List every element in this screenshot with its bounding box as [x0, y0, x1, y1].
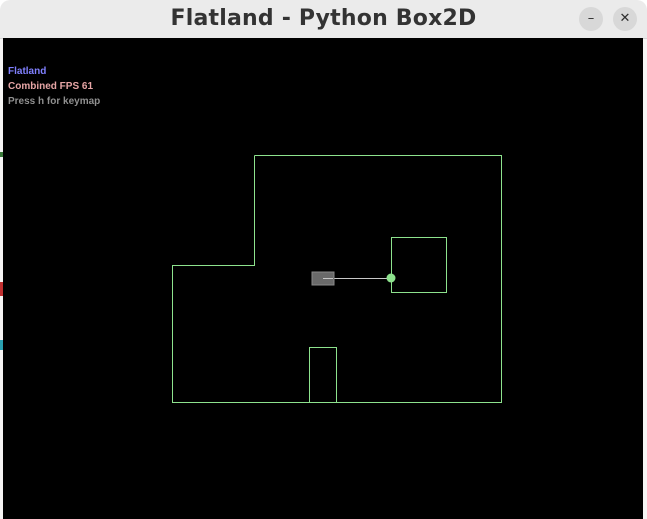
box-obstacle [391, 237, 447, 293]
app-window: Flatland - Python Box2D – ✕ Flatland Com… [0, 0, 647, 519]
window-title: Flatland - Python Box2D [170, 6, 477, 31]
background-window-fragment [0, 152, 3, 157]
simulation-canvas[interactable]: Flatland Combined FPS 61 Press h for key… [3, 38, 643, 519]
background-window-fragment [0, 340, 3, 350]
target-point [386, 273, 396, 283]
world-scene [172, 155, 502, 403]
minimize-icon: – [587, 11, 595, 26]
title-bar[interactable]: Flatland - Python Box2D – ✕ [0, 0, 647, 39]
close-icon: ✕ [619, 11, 631, 26]
minimize-button[interactable]: – [579, 7, 603, 31]
pillar-obstacle [309, 347, 337, 403]
background-window-fragment [0, 282, 3, 296]
close-button[interactable]: ✕ [613, 7, 637, 31]
